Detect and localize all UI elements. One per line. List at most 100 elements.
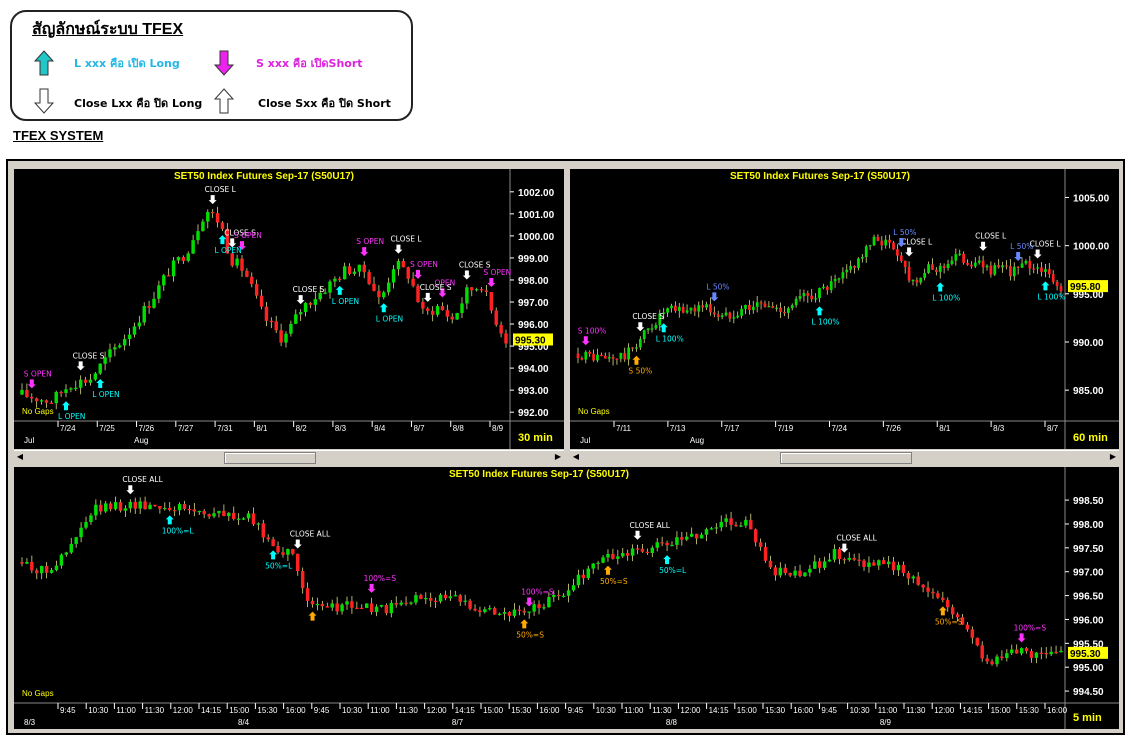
- y-tick-label: 996.00: [1073, 615, 1104, 626]
- candle: [581, 569, 586, 585]
- candle: [382, 290, 386, 300]
- candle: [681, 303, 685, 314]
- candle: [473, 604, 477, 612]
- y-tick-label: 985.00: [1073, 386, 1104, 397]
- candle: [829, 275, 833, 294]
- signal-marker: S OPEN: [356, 237, 384, 257]
- candle: [892, 240, 895, 250]
- candle: [433, 597, 438, 609]
- signal-marker: 50%=L: [659, 555, 687, 575]
- last-price-label: 995.30: [1070, 649, 1101, 660]
- x-tick-label: 8/4: [374, 424, 386, 433]
- candle: [793, 565, 797, 578]
- candle: [99, 500, 103, 515]
- candle: [401, 258, 406, 268]
- candle: [409, 601, 413, 606]
- candle: [965, 622, 970, 632]
- x-tick-label: 11:30: [398, 706, 418, 715]
- candle: [284, 331, 288, 348]
- scroll-thumb[interactable]: [780, 452, 912, 464]
- candle: [911, 575, 916, 584]
- candle: [763, 300, 767, 308]
- candle: [853, 265, 856, 274]
- candle: [837, 277, 841, 283]
- chart-panel-60min[interactable]: 1005.00 1000.00 995.00 990.00 985.00 995.80 7/…: [570, 169, 1119, 449]
- candle: [980, 641, 984, 662]
- y-tick-label: 1002.00: [518, 188, 555, 199]
- candle: [1039, 647, 1044, 660]
- candle: [990, 659, 994, 666]
- candle: [340, 602, 344, 615]
- scrollbar-30min[interactable]: ◀ ▶: [14, 450, 564, 464]
- candle: [305, 582, 310, 608]
- last-price-label: 995.80: [1070, 282, 1101, 293]
- signal-label: S OPEN: [24, 369, 52, 378]
- x-tick-label: 8/1: [256, 424, 268, 433]
- candle: [39, 398, 44, 405]
- legend-long-open: L xxx คือ เปิด Long: [74, 57, 180, 70]
- candle: [655, 538, 659, 552]
- scroll-left-icon[interactable]: ◀: [14, 451, 26, 463]
- signal-label: 50%=S: [935, 617, 963, 626]
- candle: [266, 534, 270, 542]
- candle: [1024, 647, 1029, 654]
- candle: [580, 356, 584, 361]
- y-tick-label: 1000.00: [518, 232, 555, 243]
- scroll-left-icon[interactable]: ◀: [570, 451, 582, 463]
- scroll-thumb[interactable]: [224, 452, 316, 464]
- scrollbar-60min[interactable]: ◀ ▶: [570, 450, 1119, 464]
- candle: [842, 557, 847, 564]
- signal-arrow-icon: [979, 241, 988, 251]
- candle: [298, 309, 303, 322]
- candle: [716, 310, 720, 321]
- candle: [215, 206, 220, 228]
- candle: [54, 390, 58, 410]
- candle: [977, 255, 981, 265]
- legend-title: สัญลักษณ์ระบบ TFEX: [32, 21, 184, 38]
- candle: [527, 611, 531, 619]
- x-tick-label: 11:00: [878, 706, 898, 715]
- scroll-right-icon[interactable]: ▶: [1107, 451, 1119, 463]
- candle: [906, 571, 911, 585]
- candle: [759, 300, 763, 310]
- candle: [557, 589, 561, 601]
- candle: [279, 323, 283, 347]
- candle: [891, 556, 896, 575]
- candle: [857, 553, 861, 567]
- candle: [901, 561, 906, 577]
- x-tick-label: 10:30: [850, 706, 871, 715]
- candle: [20, 557, 24, 567]
- signal-label: L 50%: [706, 282, 729, 291]
- candle: [1012, 262, 1016, 281]
- chart-panel-5min[interactable]: 998.50 998.00 997.50 997.00 996.50 996.00 995.…: [14, 467, 1119, 729]
- candle: [360, 604, 364, 610]
- candle: [379, 604, 384, 608]
- candle: [177, 502, 182, 516]
- candle: [638, 336, 642, 350]
- x-tick-label: 7/27: [178, 424, 194, 433]
- signal-label: CLOSE S: [632, 312, 664, 321]
- timeframe-label: 5 min: [1073, 712, 1102, 724]
- candle: [872, 559, 876, 567]
- signal-arrow-icon: [269, 550, 278, 560]
- candle: [421, 297, 425, 314]
- candle: [666, 307, 669, 317]
- candle: [646, 328, 650, 334]
- signal-label: S 100%: [578, 326, 607, 335]
- candle: [512, 603, 517, 618]
- candle: [635, 544, 640, 555]
- signal-label: 100%=S: [364, 574, 397, 583]
- candle: [814, 293, 817, 303]
- candle: [377, 285, 381, 305]
- signal-arrow-icon: [76, 361, 85, 371]
- signal-label: S OPEN: [483, 268, 511, 277]
- candle: [936, 590, 940, 599]
- candle: [478, 606, 482, 617]
- candle: [78, 375, 83, 395]
- candle: [1020, 257, 1024, 268]
- scroll-right-icon[interactable]: ▶: [552, 451, 564, 463]
- chart-panel-30min[interactable]: 1002.00 1001.00 1000.00 999.00 998.00 997.00 9…: [14, 169, 564, 449]
- candle: [1036, 263, 1040, 274]
- x-tick-label: 9:45: [821, 706, 837, 715]
- candle: [202, 509, 206, 519]
